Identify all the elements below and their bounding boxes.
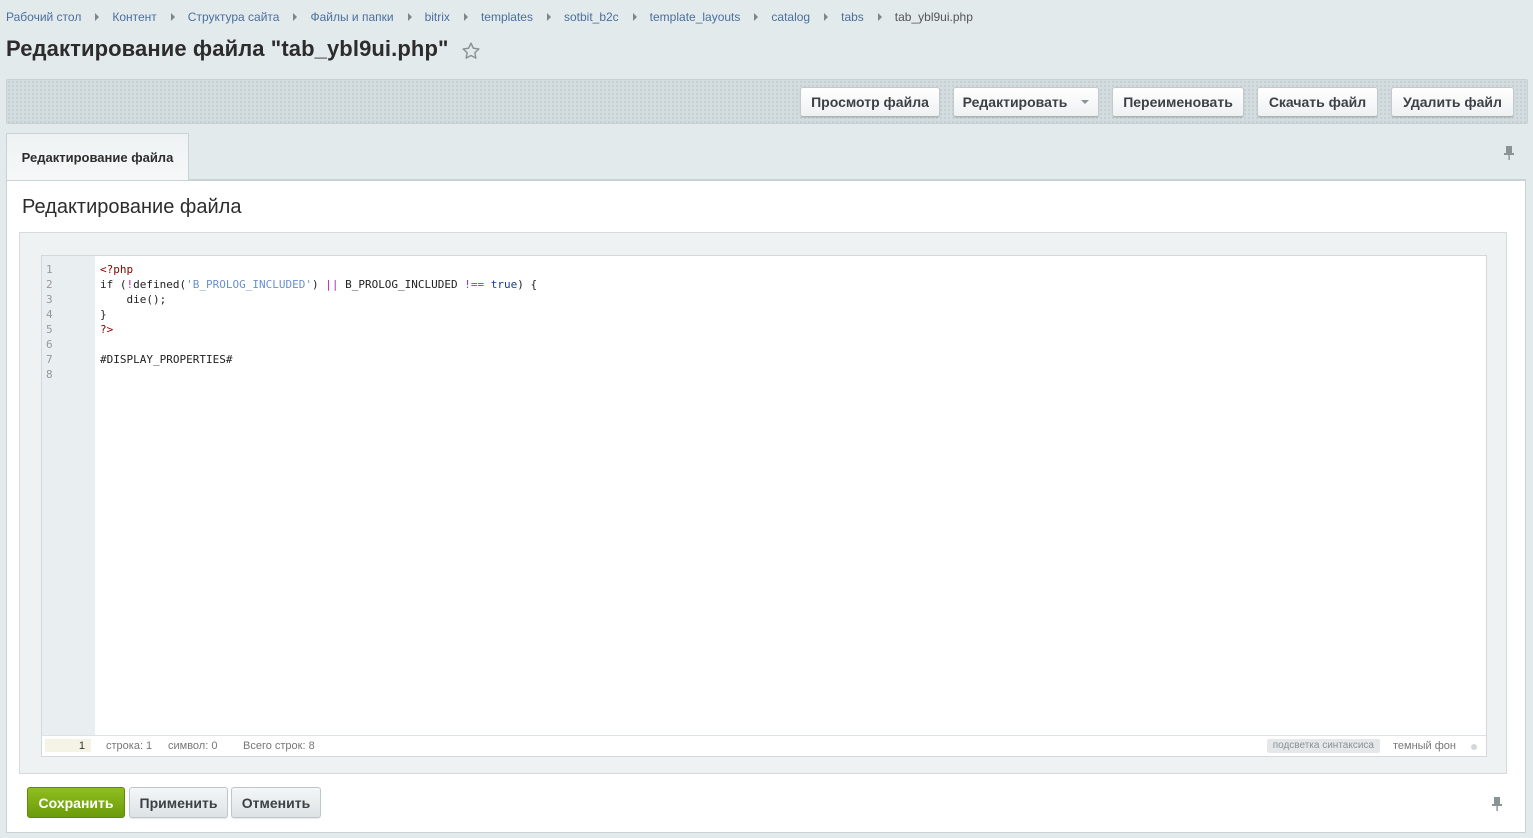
code-area[interactable]: 1 <?php 2 if (!defined('B_PROLOG_INCLUDED')… [42,262,1486,382]
breadcrumb-arrow-icon [877,13,882,21]
cancel-button[interactable]: Отменить [231,787,321,818]
code-token: <?php [100,263,134,276]
code-token: B_PROLOG_INCLUDED [338,278,465,291]
breadcrumb-arrow-icon [754,13,759,21]
cursor-line-status: строка: 1 [106,740,153,752]
save-button[interactable]: Сохранить [27,787,125,818]
code-token: } [100,308,107,321]
code-token: || [325,278,339,291]
code-editor[interactable]: 1 <?php 2 if (!defined('B_PROLOG_INCLUDED')… [41,255,1487,757]
edit-dropdown-button[interactable]: Редактировать [953,87,1099,117]
section-title: Редактирование файла [22,196,242,218]
editor-frame: 1 <?php 2 if (!defined('B_PROLOG_INCLUDED')… [19,232,1507,774]
code-token: !== [464,278,485,291]
view-file-button[interactable]: Просмотр файла [800,87,940,117]
go-to-line-input[interactable] [45,739,91,752]
tab-edit-file[interactable]: Редактирование файла [6,133,189,180]
line-code: #DISPLAY_PROPERTIES# [95,352,232,367]
breadcrumb-link[interactable]: bitrix [425,10,450,24]
code-line: 2 if (!defined('B_PROLOG_INCLUDED') || B_… [42,277,1486,292]
chevron-down-icon [1081,100,1090,104]
line-number: 4 [46,308,53,321]
dark-background-toggle[interactable]: темный фон [1393,740,1456,752]
line-code: die(); [95,292,166,307]
code-token: die(); [100,293,167,306]
breadcrumb-link[interactable]: sotbit_b2c [564,10,619,24]
code-line: 7 #DISPLAY_PROPERTIES# [42,352,1486,367]
breadcrumb-current: tab_ybl9ui.php [894,10,973,24]
breadcrumb-arrow-icon [463,13,468,21]
breadcrumb-arrow-icon [824,13,829,21]
code-token: ) { [517,278,538,291]
breadcrumb-link[interactable]: Файлы и папки [310,10,393,24]
code-line: 1 <?php [42,262,1486,277]
line-code: <?php [95,262,133,277]
pin-icon[interactable] [1502,145,1516,161]
toolbar: Просмотр файла Редактировать Переименова… [6,79,1528,124]
code-token: ?> [100,323,114,336]
star-icon[interactable] [460,40,482,62]
edit-panel: Редактирование файла 1 <?php 2 if (!defined… [6,179,1526,833]
line-number: 1 [46,263,53,276]
breadcrumb-arrow-icon [95,13,100,21]
line-code: } [95,307,107,322]
breadcrumb-link[interactable]: templates [481,10,533,24]
breadcrumb-link[interactable]: tabs [841,10,864,24]
breadcrumb-arrow-icon [170,13,175,21]
edit-button-label: Редактировать [962,94,1068,110]
download-file-button[interactable]: Скачать файл [1257,87,1378,117]
rename-button[interactable]: Переименовать [1112,87,1244,117]
code-token: if ( [100,278,127,291]
breadcrumb-link[interactable]: Контент [112,10,156,24]
code-token: true [490,278,518,291]
total-lines-status: Всего строк: 8 [243,740,315,752]
code-token: 'B_PROLOG_INCLUDED' [186,278,312,291]
editor-status-bar: строка: 1 символ: 0 Всего строк: 8 подсв… [42,735,1486,756]
page-title: Редактирование файла "tab_ybl9ui.php" [6,36,449,61]
code-line: 6 [42,337,1486,352]
code-line: 8 [42,367,1486,382]
breadcrumb-arrow-icon [407,13,412,21]
breadcrumb-arrow-icon [632,13,637,21]
pin-icon[interactable] [1490,796,1504,812]
line-code: ?> [95,322,113,337]
code-line: 3 die(); [42,292,1486,307]
line-number: 3 [46,293,53,306]
breadcrumb-link[interactable]: catalog [771,10,810,24]
line-number: 2 [46,278,53,291]
code-token: defined( [133,278,187,291]
apply-button[interactable]: Применить [129,787,228,818]
code-line: 5 ?> [42,322,1486,337]
breadcrumb-arrow-icon [293,13,298,21]
breadcrumb-arrow-icon [546,13,551,21]
delete-file-button[interactable]: Удалить файл [1391,87,1514,117]
resize-handle-icon[interactable] [1471,744,1477,750]
code-token: #DISPLAY_PROPERTIES# [100,353,233,366]
code-line: 4} [42,307,1486,322]
line-number: 5 [46,323,53,336]
line-code: if (!defined('B_PROLOG_INCLUDED') || B_P… [95,277,537,292]
breadcrumb-link[interactable]: Структура сайта [188,10,280,24]
breadcrumb: Рабочий стол Контент Структура сайта Фай… [6,9,973,25]
breadcrumb-link[interactable]: template_layouts [650,10,741,24]
line-number: 7 [46,353,53,366]
code-token: ) [311,278,326,291]
line-number: 6 [46,338,53,351]
breadcrumb-link[interactable]: Рабочий стол [6,10,81,24]
syntax-highlight-toggle[interactable]: подсветка синтаксиса [1266,739,1380,753]
line-number: 8 [46,368,53,381]
cursor-char-status: символ: 0 [168,740,218,752]
